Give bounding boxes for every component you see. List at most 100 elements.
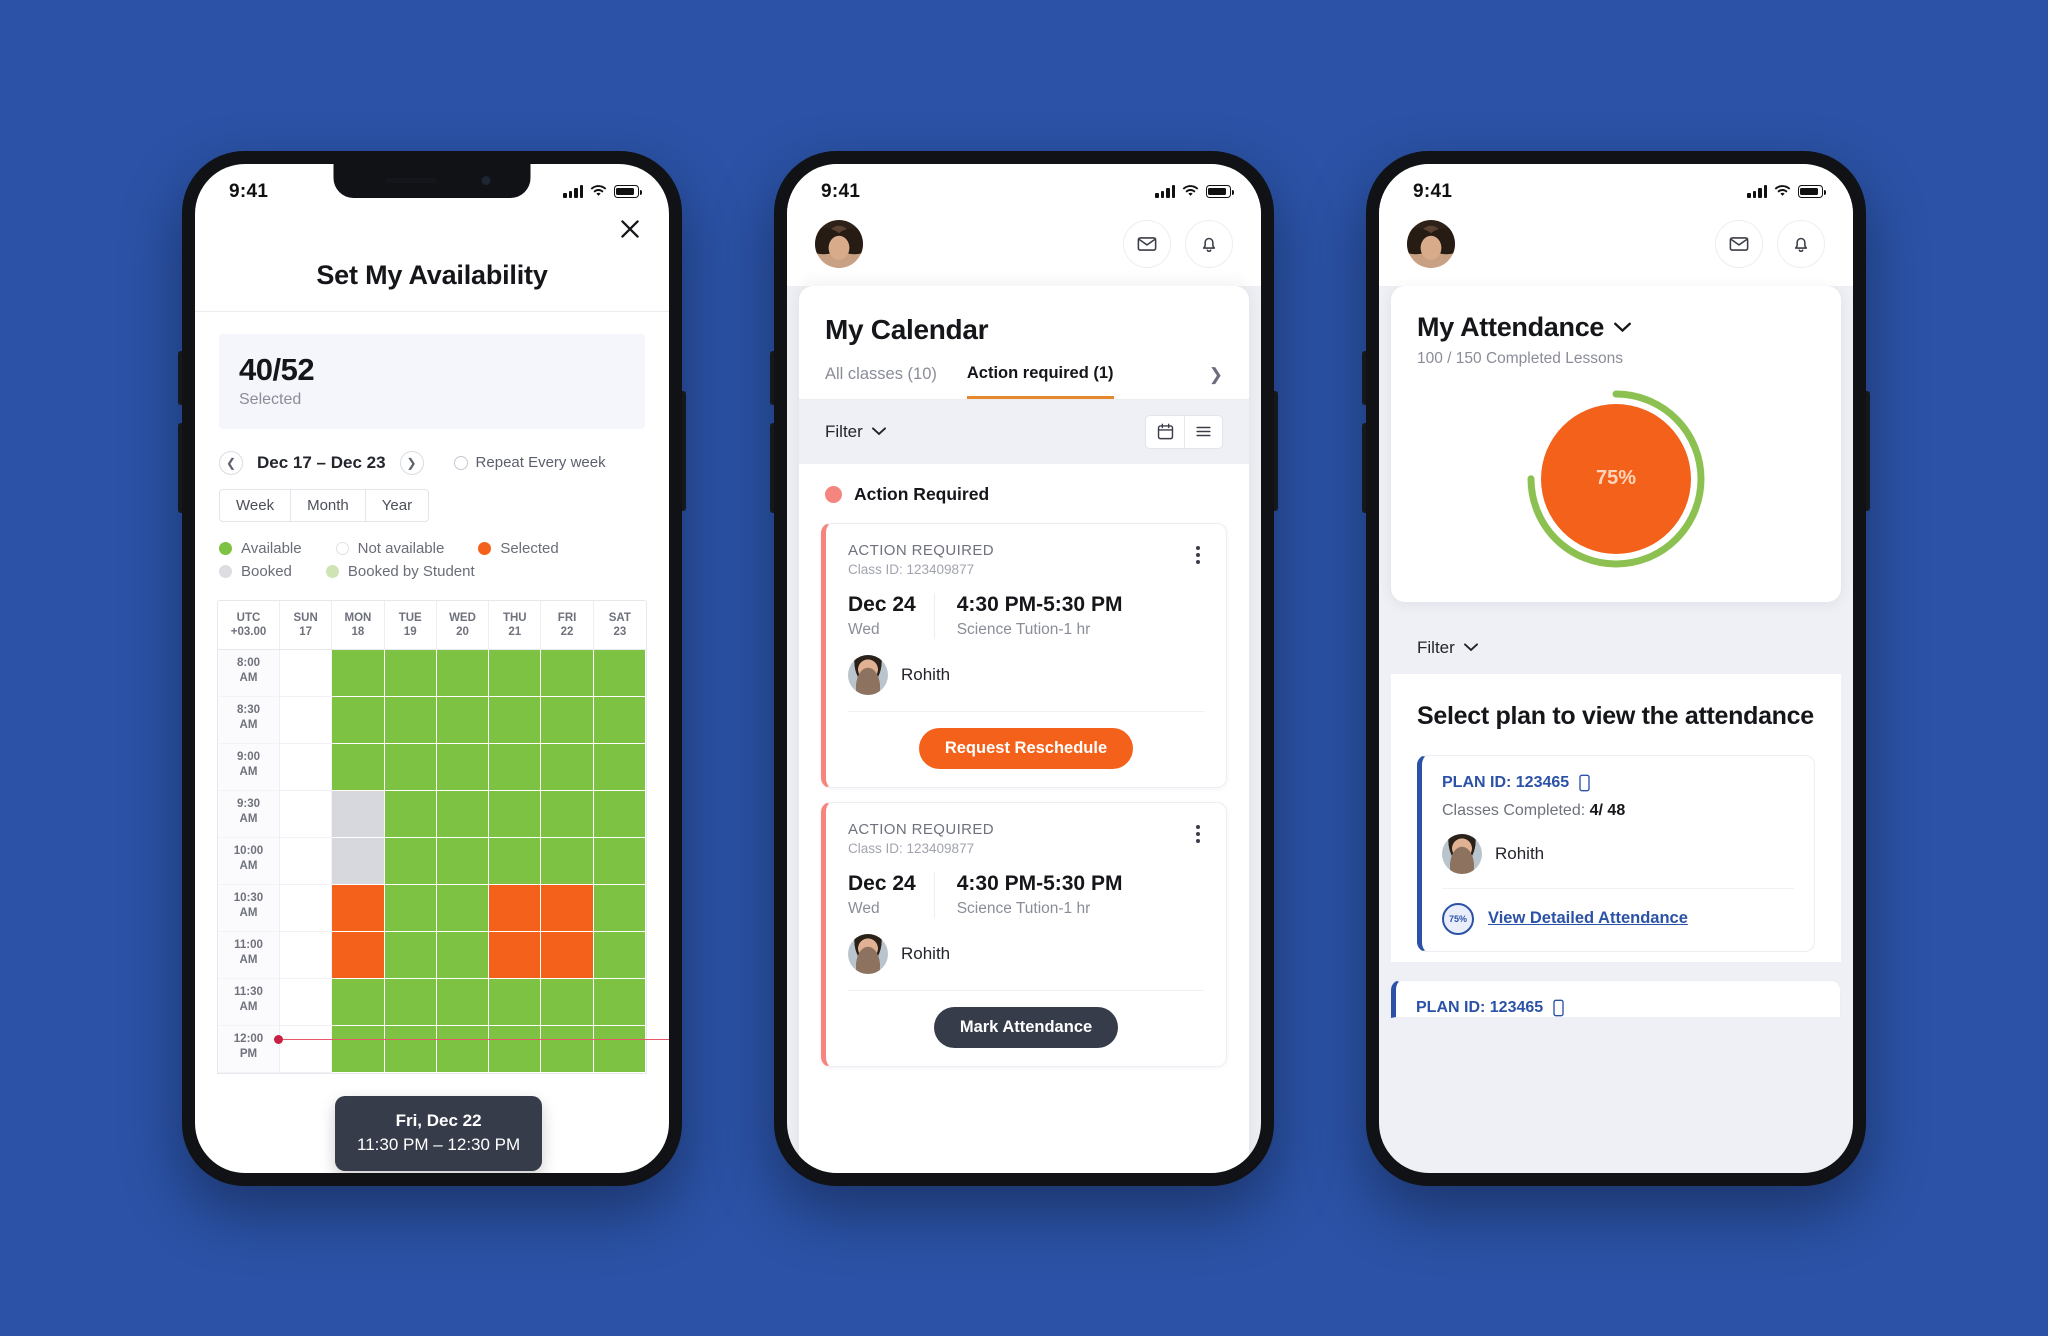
grid-slot-non[interactable] bbox=[280, 884, 333, 932]
grid-slot-av[interactable] bbox=[541, 837, 594, 885]
grid-slot-av[interactable] bbox=[436, 790, 490, 838]
chevron-right-icon[interactable]: ❯ bbox=[1209, 365, 1223, 398]
grid-slot-av[interactable] bbox=[436, 931, 490, 979]
grid-slot-av[interactable] bbox=[332, 696, 385, 744]
grid-slot-bk[interactable] bbox=[332, 790, 385, 838]
grid-slot-av[interactable] bbox=[436, 884, 490, 932]
grid-slot-av[interactable] bbox=[541, 696, 594, 744]
filter-dropdown[interactable]: Filter bbox=[825, 422, 886, 442]
grid-slot-av[interactable] bbox=[593, 696, 646, 744]
grid-slot-av[interactable] bbox=[541, 743, 594, 791]
grid-slot-av[interactable] bbox=[384, 978, 437, 1026]
grid-slot-non[interactable] bbox=[280, 1025, 333, 1073]
grid-slot-av[interactable] bbox=[541, 978, 594, 1026]
repeat-every-week-checkbox[interactable]: Repeat Every week bbox=[453, 454, 606, 471]
grid-slot-sel[interactable] bbox=[489, 884, 542, 932]
segment-month[interactable]: Month bbox=[291, 489, 366, 521]
grid-slot-av[interactable] bbox=[384, 649, 437, 697]
grid-slot-av[interactable] bbox=[332, 978, 385, 1026]
grid-slot-av[interactable] bbox=[384, 1025, 437, 1073]
view-toggle[interactable] bbox=[1145, 414, 1223, 449]
prev-week-button[interactable]: ❮ bbox=[219, 450, 243, 475]
grid-slot-non[interactable] bbox=[280, 837, 333, 885]
close-icon[interactable] bbox=[617, 216, 643, 242]
grid-slot-av[interactable] bbox=[541, 1025, 594, 1073]
checkbox-icon[interactable] bbox=[453, 455, 468, 470]
grid-slot-av[interactable] bbox=[436, 696, 490, 744]
grid-slot-av[interactable] bbox=[593, 978, 646, 1026]
view-detailed-attendance-link[interactable]: View Detailed Attendance bbox=[1488, 909, 1688, 928]
action-required-card[interactable]: ACTION REQUIRED Class ID: 123409877 Dec … bbox=[821, 522, 1227, 788]
grid-slot-av[interactable] bbox=[489, 696, 542, 744]
grid-slot-av[interactable] bbox=[489, 649, 542, 697]
grid-slot-av[interactable] bbox=[489, 743, 542, 791]
grid-slot-av[interactable] bbox=[384, 884, 437, 932]
grid-slot-av[interactable] bbox=[384, 790, 437, 838]
range-segmented-control[interactable]: Week Month Year bbox=[219, 488, 430, 522]
grid-slot-av[interactable] bbox=[436, 978, 490, 1026]
grid-slot-av[interactable] bbox=[593, 1025, 646, 1073]
request-reschedule-button[interactable]: Request Reschedule bbox=[918, 727, 1134, 769]
grid-slot-av[interactable] bbox=[593, 837, 646, 885]
calendar-icon[interactable] bbox=[1146, 416, 1184, 448]
bell-icon[interactable] bbox=[1185, 219, 1233, 268]
user-avatar[interactable] bbox=[1407, 219, 1455, 268]
grid-slot-av[interactable] bbox=[593, 931, 646, 979]
bell-icon[interactable] bbox=[1777, 219, 1825, 268]
action-required-card[interactable]: ACTION REQUIRED Class ID: 123409877 Dec … bbox=[821, 801, 1227, 1067]
segment-year[interactable]: Year bbox=[366, 490, 428, 521]
mail-icon[interactable] bbox=[1123, 219, 1171, 268]
grid-slot-av[interactable] bbox=[593, 790, 646, 838]
filter-dropdown[interactable]: Filter bbox=[1417, 638, 1815, 658]
grid-slot-av[interactable] bbox=[384, 931, 437, 979]
grid-slot-av[interactable] bbox=[384, 837, 437, 885]
grid-slot-non[interactable] bbox=[280, 931, 333, 979]
grid-slot-av[interactable] bbox=[489, 837, 542, 885]
grid-slot-av[interactable] bbox=[436, 649, 490, 697]
mark-attendance-button[interactable]: Mark Attendance bbox=[933, 1006, 1119, 1048]
grid-slot-av[interactable] bbox=[332, 743, 385, 791]
grid-slot-av[interactable] bbox=[541, 649, 594, 697]
segment-week[interactable]: Week bbox=[220, 489, 292, 521]
next-week-button[interactable]: ❯ bbox=[399, 450, 424, 475]
grid-slot-av[interactable] bbox=[593, 884, 646, 932]
grid-slot-sel[interactable] bbox=[332, 884, 385, 932]
grid-slot-av[interactable] bbox=[489, 1025, 542, 1073]
power-button[interactable] bbox=[1274, 390, 1278, 511]
grid-slot-av[interactable] bbox=[436, 1025, 490, 1073]
grid-body[interactable]: 8:00 AM 8:30 AM 9:00 AM 9:30 AM 10:00 AM 10:30 AM 11… bbox=[218, 649, 646, 1073]
power-button[interactable] bbox=[682, 390, 686, 511]
user-avatar[interactable] bbox=[815, 219, 863, 268]
more-options-icon[interactable] bbox=[1192, 821, 1204, 848]
grid-slot-sel[interactable] bbox=[332, 931, 385, 979]
grid-slot-av[interactable] bbox=[332, 1025, 385, 1073]
plan-card[interactable]: PLAN ID: 123465 Classes Completed: 4/ 48… bbox=[1417, 754, 1815, 952]
list-icon[interactable] bbox=[1184, 415, 1222, 448]
grid-slot-non[interactable] bbox=[280, 696, 333, 744]
attendance-title-row[interactable]: My Attendance bbox=[1417, 312, 1815, 343]
grid-slot-av[interactable] bbox=[489, 978, 542, 1026]
grid-slot-av[interactable] bbox=[593, 649, 646, 697]
grid-slot-bk[interactable] bbox=[332, 837, 385, 885]
grid-slot-av[interactable] bbox=[332, 649, 385, 697]
grid-slot-sel[interactable] bbox=[541, 931, 594, 979]
tab-action-required[interactable]: Action required (1) bbox=[966, 364, 1114, 399]
grid-slot-non[interactable] bbox=[280, 790, 333, 838]
plan-card[interactable]: PLAN ID: 123465 bbox=[1391, 979, 1841, 1018]
grid-slot-av[interactable] bbox=[489, 790, 542, 838]
grid-slot-av[interactable] bbox=[384, 696, 437, 744]
grid-slot-av[interactable] bbox=[541, 790, 594, 838]
grid-slot-av[interactable] bbox=[384, 743, 437, 791]
grid-slot-av[interactable] bbox=[436, 837, 490, 885]
more-options-icon[interactable] bbox=[1192, 542, 1204, 569]
grid-slot-non[interactable] bbox=[280, 743, 333, 791]
grid-slot-non[interactable] bbox=[280, 978, 333, 1026]
mail-icon[interactable] bbox=[1715, 219, 1763, 268]
grid-slot-non[interactable] bbox=[280, 649, 333, 697]
grid-slot-av[interactable] bbox=[593, 743, 646, 791]
availability-grid[interactable]: UTC +03.00 SUN 17 MON 18 TUE 19 WED 20 THU 21 … bbox=[217, 599, 647, 1074]
grid-slot-sel[interactable] bbox=[541, 884, 594, 932]
tab-all-classes[interactable]: All classes (10) bbox=[825, 365, 937, 397]
grid-slot-av[interactable] bbox=[436, 743, 490, 791]
grid-slot-sel[interactable] bbox=[489, 931, 542, 979]
